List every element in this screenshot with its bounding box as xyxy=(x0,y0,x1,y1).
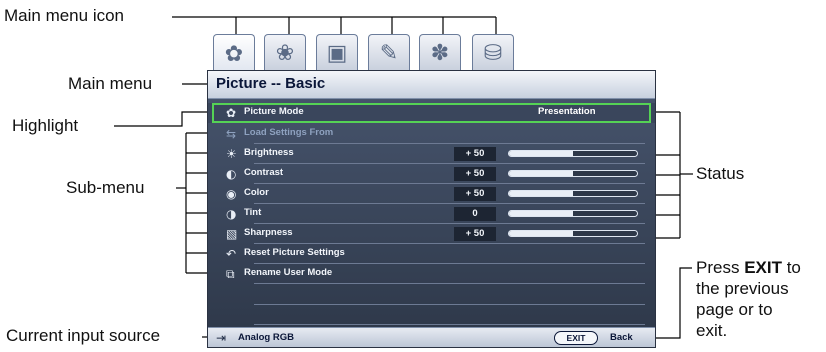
menu-item-brightness[interactable]: ☀ Brightness + 50 xyxy=(208,144,655,164)
exit-callout: Press EXIT to the previous page or to ex… xyxy=(696,257,801,341)
contrast-icon: ◐ xyxy=(226,167,237,181)
slider-fill xyxy=(509,211,573,216)
picture-mode-value: Presentation xyxy=(538,106,596,117)
slider-fill xyxy=(509,191,573,196)
menu-item-label: Picture Mode xyxy=(244,106,304,117)
current-input-source: Analog RGB xyxy=(238,332,294,343)
menu-item-label: Tint xyxy=(244,207,262,218)
brightness-icon: ☀ xyxy=(226,147,237,161)
picture-advanced-icon: ❀ xyxy=(275,40,295,66)
exit-callout-line2: the previous xyxy=(696,279,789,298)
contrast-value: + 50 xyxy=(454,167,496,181)
rename-icon: ⧉ xyxy=(226,267,235,281)
divider xyxy=(254,283,645,284)
tint-icon: ◑ xyxy=(226,207,237,221)
tab-settings-advanced[interactable]: ✽ xyxy=(419,34,461,72)
menu-item-label: Color xyxy=(244,187,269,198)
brightness-value: + 50 xyxy=(454,147,496,161)
osd-title-bar: Picture -- Basic xyxy=(208,71,655,99)
osd-menu: Picture -- Basic ✿ Picture Mode Presenta… xyxy=(207,70,656,348)
menu-item-rename-user-mode[interactable]: ⧉ Rename User Mode xyxy=(208,264,655,284)
menu-item-label: Reset Picture Settings xyxy=(244,247,345,258)
settings-advanced-icon: ✽ xyxy=(430,40,450,66)
menu-item-label: Sharpness xyxy=(244,227,293,238)
exit-callout-press: Press xyxy=(696,258,745,277)
osd-footer: ⇥ Analog RGB EXIT Back xyxy=(208,327,655,347)
load-settings-icon: ⇆ xyxy=(226,127,237,141)
input-source-icon: ⇥ xyxy=(216,331,227,345)
slider-fill xyxy=(509,231,573,236)
tab-settings-basic[interactable]: ✎ xyxy=(368,34,410,72)
sharpness-icon: ▧ xyxy=(226,227,238,241)
tab-information[interactable]: ⛁ xyxy=(472,34,514,72)
divider xyxy=(254,304,645,305)
contrast-slider[interactable] xyxy=(508,170,638,177)
back-label: Back xyxy=(610,332,633,343)
menu-item-sharpness[interactable]: ▧ Sharpness + 50 xyxy=(208,224,655,244)
menu-item-label: Contrast xyxy=(244,167,284,178)
tab-display[interactable]: ▣ xyxy=(316,34,358,72)
current-input-source-callout: Current input source xyxy=(6,326,161,345)
tint-slider[interactable] xyxy=(508,210,638,217)
tint-value: 0 xyxy=(454,207,496,221)
exit-callout-line4: exit. xyxy=(696,321,728,340)
main-menu-callout: Main menu xyxy=(68,74,153,93)
tab-picture[interactable]: ✿ xyxy=(213,34,255,74)
main-menu-icon-callout: Main menu icon xyxy=(4,6,125,25)
sharpness-slider[interactable] xyxy=(508,230,638,237)
color-slider[interactable] xyxy=(508,190,638,197)
menu-item-picture-mode[interactable]: ✿ Picture Mode Presentation xyxy=(208,103,655,123)
menu-item-label: Rename User Mode xyxy=(244,267,333,278)
brightness-slider[interactable] xyxy=(508,150,638,157)
exit-callout-to: to xyxy=(781,258,801,277)
sub-menu-callout: Sub-menu xyxy=(66,178,145,197)
slider-fill xyxy=(509,151,573,156)
menu-item-label: Load Settings From xyxy=(244,127,334,138)
reset-icon: ↶ xyxy=(226,247,237,261)
color-icon: ◉ xyxy=(226,187,237,201)
highlight-callout: Highlight xyxy=(12,116,79,135)
menu-item-load-settings[interactable]: ⇆ Load Settings From xyxy=(208,124,655,144)
color-value: + 50 xyxy=(454,187,496,201)
picture-icon: ✿ xyxy=(224,41,244,67)
menu-item-tint[interactable]: ◑ Tint 0 xyxy=(208,204,655,224)
sharpness-value: + 50 xyxy=(454,227,496,241)
menu-item-contrast[interactable]: ◐ Contrast + 50 xyxy=(208,164,655,184)
information-icon: ⛁ xyxy=(483,40,503,66)
menu-item-label: Brightness xyxy=(244,147,294,158)
menu-item-color[interactable]: ◉ Color + 50 xyxy=(208,184,655,204)
divider xyxy=(254,324,645,325)
settings-basic-icon: ✎ xyxy=(379,40,399,66)
exit-callout-line3: page or to xyxy=(696,300,773,319)
slider-fill xyxy=(509,171,573,176)
exit-key-label: EXIT xyxy=(744,258,782,277)
tab-picture-advanced[interactable]: ❀ xyxy=(264,34,306,72)
display-icon: ▣ xyxy=(326,40,348,66)
picture-mode-icon: ✿ xyxy=(226,106,237,120)
menu-item-reset-picture-settings[interactable]: ↶ Reset Picture Settings xyxy=(208,244,655,264)
exit-button[interactable]: EXIT xyxy=(554,331,598,345)
menu-title: Picture -- Basic xyxy=(216,75,326,92)
status-callout: Status xyxy=(696,164,745,183)
